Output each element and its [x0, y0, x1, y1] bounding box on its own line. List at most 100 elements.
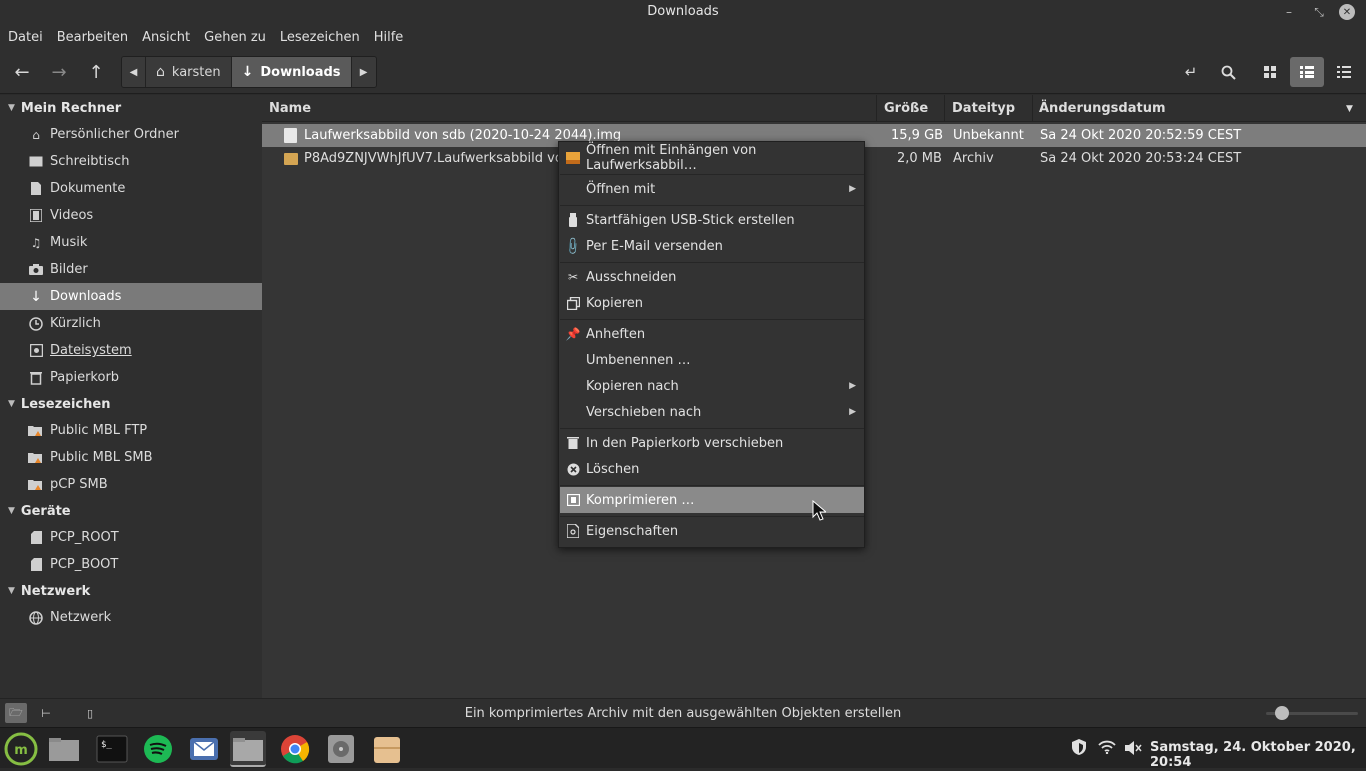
sidebar-item-bilder[interactable]: Bilder [0, 256, 262, 283]
column-date[interactable]: Änderungsdatum [1039, 101, 1166, 116]
file-icon [284, 128, 297, 143]
title-bar: Downloads – ⤡ ✕ [0, 0, 1366, 24]
menu-lesezeichen[interactable]: Lesezeichen [280, 30, 360, 45]
menu-item-create-usb-stick[interactable]: Startfähigen USB-Stick erstellen [560, 207, 864, 233]
maximize-icon[interactable]: ⤡ [1310, 3, 1328, 21]
archive-manager-icon[interactable] [369, 731, 405, 767]
search-icon[interactable] [1213, 57, 1243, 87]
scissors-icon: ✂ [567, 270, 579, 284]
column-divider[interactable] [876, 95, 877, 122]
sidebar-item-pcp-root[interactable]: PCP_ROOT [0, 524, 262, 551]
volume-muted-icon[interactable] [1124, 740, 1142, 760]
sidebar-item-musik[interactable]: ♫ Musik [0, 229, 262, 256]
clock[interactable]: Samstag, 24. Oktober 2020, 20:54 [1150, 740, 1366, 770]
menu-item-copy[interactable]: Kopieren [560, 290, 864, 316]
breadcrumb-current-label: Downloads [260, 64, 341, 80]
menu-gehen-zu[interactable]: Gehen zu [204, 30, 266, 45]
zoom-slider-handle[interactable] [1275, 706, 1289, 720]
trash-icon [566, 435, 580, 451]
sidebar-item-label: pCP SMB [50, 477, 108, 492]
menu-item-move-to[interactable]: Verschieben nach ▶ [560, 399, 864, 425]
list-view-icon[interactable] [1290, 57, 1324, 87]
sidebar-section-netzwerk[interactable]: ▼ Netzwerk [0, 578, 262, 604]
menu-item-label: Löschen [586, 461, 640, 477]
menu-item-label: Kopieren [586, 295, 643, 311]
file-size: 2,0 MB [897, 151, 942, 166]
compress-icon [566, 492, 580, 508]
mint-menu-icon[interactable]: m [3, 731, 39, 767]
breadcrumb-downloads[interactable]: ↓ Downloads [231, 57, 352, 87]
back-icon[interactable]: ← [7, 57, 37, 87]
menu-item-move-to-trash[interactable]: In den Papierkorb verschieben [560, 430, 864, 456]
sort-arrow-icon[interactable]: ▼ [1346, 104, 1353, 114]
sidebar-section-geraete[interactable]: ▼ Geräte [0, 498, 262, 524]
sidebar-item-downloads[interactable]: ↓ Downloads [0, 283, 262, 310]
sidebar-item-public-mbl-ftp[interactable]: Public MBL FTP [0, 417, 262, 444]
video-icon [28, 208, 44, 224]
up-icon[interactable]: ↑ [81, 57, 111, 87]
breadcrumb-right-icon[interactable]: ▶ [351, 57, 376, 87]
file-manager-active-icon[interactable] [230, 731, 266, 767]
download-icon: ↓ [30, 288, 42, 305]
forward-icon[interactable]: → [44, 57, 74, 87]
wifi-icon[interactable] [1098, 740, 1116, 758]
menu-ansicht[interactable]: Ansicht [142, 30, 190, 45]
home-icon: ⌂ [156, 64, 165, 80]
sidebar-section-mein-rechner[interactable]: ▼ Mein Rechner [0, 95, 262, 121]
file-manager-icon[interactable] [46, 731, 82, 767]
spotify-icon[interactable] [140, 731, 176, 767]
sidebar-item-persoenlicher-ordner[interactable]: ⌂ Persönlicher Ordner [0, 121, 262, 148]
minimize-icon[interactable]: – [1280, 3, 1298, 21]
column-size[interactable]: Größe [884, 101, 928, 116]
mail-icon[interactable] [186, 731, 222, 767]
menu-item-open-with-disk-image-mounter[interactable]: Öffnen mit Einhängen von Laufwerksabbil… [560, 143, 864, 173]
sidebar-section-lesezeichen[interactable]: ▼ Lesezeichen [0, 391, 262, 417]
menu-item-pin[interactable]: 📌 Anheften [560, 321, 864, 347]
submenu-arrow-icon: ▶ [849, 184, 856, 194]
menu-hilfe[interactable]: Hilfe [374, 30, 404, 45]
properties-icon [566, 523, 580, 539]
sidebar: ▼ Mein Rechner ⌂ Persönlicher Ordner Schre… [0, 95, 262, 698]
sidebar-item-dateisystem[interactable]: Dateisystem [0, 337, 262, 364]
breadcrumb: ◀ ⌂ karsten ↓ Downloads ▶ [121, 56, 377, 88]
sidebar-item-label: Bilder [50, 262, 88, 277]
download-icon: ↓ [241, 64, 254, 80]
column-divider[interactable] [944, 95, 945, 122]
chrome-icon[interactable] [277, 731, 313, 767]
breadcrumb-left-icon[interactable]: ◀ [122, 57, 146, 87]
sidebar-item-dokumente[interactable]: Dokumente [0, 175, 262, 202]
trash-icon [28, 370, 44, 386]
column-type[interactable]: Dateityp [952, 101, 1015, 116]
sidebar-item-pcp-boot[interactable]: PCP_BOOT [0, 551, 262, 578]
toggle-location-icon[interactable]: ↵ [1176, 57, 1206, 87]
sidebar-item-papierkorb[interactable]: Papierkorb [0, 364, 262, 391]
close-icon[interactable]: ✕ [1339, 4, 1355, 20]
shield-icon[interactable] [1070, 738, 1088, 760]
menu-item-label: Kopieren nach [586, 378, 679, 394]
menu-item-rename[interactable]: Umbenennen … [560, 347, 864, 373]
compact-view-icon[interactable] [1329, 57, 1359, 87]
sidebar-item-public-mbl-smb[interactable]: Public MBL SMB [0, 444, 262, 471]
menu-datei[interactable]: Datei [8, 30, 43, 45]
music-icon: ♫ [30, 235, 42, 250]
column-name[interactable]: Name [269, 101, 311, 116]
submenu-arrow-icon: ▶ [849, 407, 856, 417]
menu-item-copy-to[interactable]: Kopieren nach ▶ [560, 373, 864, 399]
menu-bearbeiten[interactable]: Bearbeiten [57, 30, 128, 45]
icon-view-icon[interactable] [1255, 57, 1285, 87]
sidebar-item-pcp-smb[interactable]: pCP SMB [0, 471, 262, 498]
network-folder-icon [28, 477, 44, 493]
status-message: Ein komprimiertes Archiv mit den ausgewä… [464, 706, 902, 721]
breadcrumb-home[interactable]: ⌂ karsten [146, 57, 232, 87]
menu-item-send-email[interactable]: 📎 Per E-Mail versenden [560, 233, 864, 259]
sidebar-item-netzwerk[interactable]: Netzwerk [0, 604, 262, 631]
column-divider[interactable] [1032, 95, 1033, 122]
sidebar-item-videos[interactable]: Videos [0, 202, 262, 229]
menu-item-delete[interactable]: Löschen [560, 456, 864, 482]
terminal-icon[interactable]: $_ [94, 731, 130, 767]
sidebar-item-schreibtisch[interactable]: Schreibtisch [0, 148, 262, 175]
disk-usage-icon[interactable] [323, 731, 359, 767]
sidebar-item-kuerzlich[interactable]: Kürzlich [0, 310, 262, 337]
menu-item-cut[interactable]: ✂ Ausschneiden [560, 264, 864, 290]
menu-item-open-with[interactable]: Öffnen mit ▶ [560, 176, 864, 202]
